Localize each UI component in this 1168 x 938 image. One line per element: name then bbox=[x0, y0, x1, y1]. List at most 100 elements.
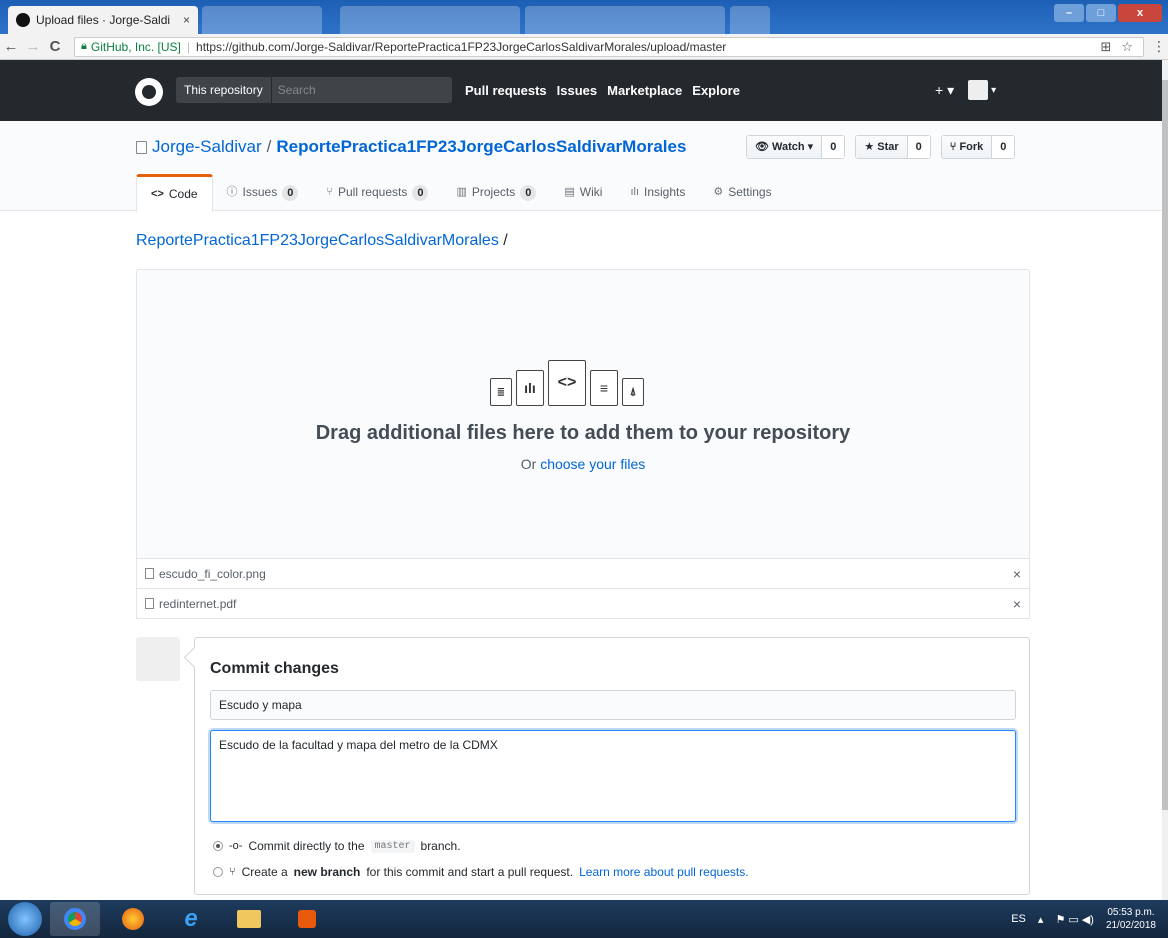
url-separator: | bbox=[186, 39, 191, 54]
nav-marketplace[interactable]: Marketplace bbox=[607, 83, 682, 98]
search-input[interactable]: Search bbox=[272, 83, 322, 97]
chevron-down-icon: ▾ bbox=[991, 84, 997, 96]
firefox-taskbar-button[interactable] bbox=[108, 902, 158, 936]
commit-description-textarea[interactable]: Escudo de la facultad y mapa del metro d… bbox=[210, 730, 1016, 822]
tab-wiki[interactable]: ▤ Wiki bbox=[550, 174, 616, 211]
file-type-icons: ≣ ılı <> ≡ ⍋ bbox=[490, 360, 644, 406]
chrome-taskbar-button[interactable] bbox=[50, 902, 100, 936]
tab-projects[interactable]: ▥ Projects 0 bbox=[442, 174, 550, 211]
repo-owner-link[interactable]: Jorge-Saldivar bbox=[152, 137, 262, 157]
projects-counter: 0 bbox=[520, 184, 537, 201]
eye-icon: 👁︎ bbox=[755, 141, 773, 153]
issues-counter: 0 bbox=[282, 184, 299, 201]
commit-direct-radio[interactable] bbox=[213, 841, 223, 851]
remove-file-icon[interactable]: × bbox=[1013, 596, 1021, 612]
star-button[interactable]: ★ Star 0 bbox=[855, 135, 931, 159]
github-header: This repository Search Pull requests Iss… bbox=[0, 60, 1162, 121]
back-button[interactable]: ← bbox=[0, 38, 22, 55]
browser-tab-4[interactable] bbox=[525, 6, 725, 34]
omnibox-actions: ⊞ ☆ bbox=[1100, 39, 1137, 55]
create-new-button[interactable]: + ▾ bbox=[935, 82, 954, 99]
new-branch-radio[interactable] bbox=[213, 867, 223, 877]
tab-insights-label: Insights bbox=[644, 185, 686, 199]
clock[interactable]: 05:53 p.m. 21/02/2018 bbox=[1106, 906, 1156, 932]
tab-pull-requests[interactable]: ⑂ Pull requests 0 bbox=[312, 174, 442, 211]
clock-date: 21/02/2018 bbox=[1105, 920, 1156, 931]
breadcrumb-repo-link[interactable]: ReportePractica1FP23JorgeCarlosSaldivarM… bbox=[136, 232, 499, 249]
tray-expand-icon[interactable]: ▴ bbox=[1038, 913, 1044, 926]
nav-issues[interactable]: Issues bbox=[557, 83, 597, 98]
chrome-icon bbox=[64, 908, 86, 930]
pull-requests-counter: 0 bbox=[412, 184, 429, 201]
watch-label: Watch ▾ bbox=[772, 141, 814, 153]
drop-zone-subtitle: Or choose your files bbox=[137, 456, 1029, 472]
maximize-button[interactable]: □ bbox=[1086, 4, 1116, 22]
repo-name-link[interactable]: ReportePractica1FP23JorgeCarlosSaldivarM… bbox=[276, 137, 686, 157]
nav-pull-requests[interactable]: Pull requests bbox=[465, 83, 547, 98]
github-logo-icon[interactable] bbox=[135, 78, 163, 106]
forward-button[interactable]: → bbox=[22, 38, 44, 55]
search-box[interactable]: This repository Search bbox=[176, 77, 452, 103]
fork-button[interactable]: ⑂ Fork 0 bbox=[940, 135, 1016, 159]
learn-more-link[interactable]: Learn more about pull requests. bbox=[579, 865, 748, 879]
code-file-icon: <> bbox=[548, 360, 586, 406]
list-item: redinternet.pdf × bbox=[136, 589, 1030, 619]
commit-avatar bbox=[136, 637, 180, 681]
browser-tab-2[interactable] bbox=[202, 6, 322, 34]
repo-actions: 👁︎ Watch ▾ 0 ★ Star 0 ⑂ Fork 0 bbox=[746, 135, 1016, 159]
browser-tab-3[interactable] bbox=[340, 6, 520, 34]
tab-code-label: Code bbox=[168, 186, 198, 201]
header-right: + ▾ ▾ bbox=[935, 80, 996, 100]
star-count[interactable]: 0 bbox=[907, 136, 930, 158]
watch-button[interactable]: 👁︎ Watch ▾ 0 bbox=[746, 135, 846, 159]
url-field[interactable]: 🔒︎ GitHub, Inc. [US] | https://github.co… bbox=[74, 36, 1144, 57]
ie-taskbar-button[interactable]: e bbox=[166, 902, 216, 936]
breadcrumb: ReportePractica1FP23JorgeCarlosSaldivarM… bbox=[136, 232, 508, 250]
pull-request-icon: ⑂ bbox=[326, 186, 333, 198]
commit-direct-option[interactable]: -o- Commit directly to the master branch… bbox=[213, 839, 461, 853]
browser-menu-icon[interactable]: ⋮ bbox=[1152, 38, 1166, 55]
avatar bbox=[968, 80, 989, 100]
commit-direct-suffix: branch. bbox=[420, 839, 461, 853]
ie-icon: e bbox=[184, 905, 198, 932]
new-tab-button[interactable] bbox=[730, 6, 770, 34]
tray-status-icons[interactable]: ⚑ ▭ ◀) bbox=[1055, 913, 1094, 926]
commit-summary-input[interactable]: Escudo y mapa bbox=[210, 690, 1016, 720]
choose-files-link[interactable]: choose your files bbox=[540, 456, 645, 472]
star-label: Star bbox=[877, 141, 899, 153]
bookmark-star-icon[interactable]: ☆ bbox=[1121, 39, 1133, 55]
gear-icon: ⚙ bbox=[713, 186, 724, 198]
start-button[interactable] bbox=[8, 902, 42, 936]
nav-explore[interactable]: Explore bbox=[692, 83, 740, 98]
reload-button[interactable]: C bbox=[44, 38, 66, 55]
repo-title-separator: / bbox=[266, 137, 272, 156]
language-indicator[interactable]: ES bbox=[1011, 913, 1026, 925]
tab-code[interactable]: <> Code bbox=[136, 174, 213, 212]
scrollbar-thumb[interactable] bbox=[1162, 80, 1168, 810]
browser-tab-upload[interactable]: Upload files · Jorge-Saldi × bbox=[8, 6, 198, 34]
windows-taskbar: e ES ▴ ⚑ ▭ ◀) 05:53 p.m. 21/02/2018 bbox=[0, 900, 1168, 938]
remove-file-icon[interactable]: × bbox=[1013, 566, 1021, 582]
minimize-button[interactable]: – bbox=[1054, 4, 1084, 22]
fork-count[interactable]: 0 bbox=[992, 136, 1015, 158]
firefox-icon bbox=[122, 908, 144, 930]
media-player-icon bbox=[298, 910, 316, 928]
page-scrollbar[interactable] bbox=[1162, 60, 1168, 900]
book-icon: ▤ bbox=[564, 186, 575, 198]
close-tab-icon[interactable]: × bbox=[183, 13, 190, 27]
new-branch-suffix: for this commit and start a pull request… bbox=[366, 865, 574, 879]
watch-count[interactable]: 0 bbox=[822, 136, 845, 158]
close-window-button[interactable]: x bbox=[1118, 4, 1162, 22]
file-drop-zone[interactable]: ≣ ılı <> ≡ ⍋ Drag additional files here … bbox=[136, 269, 1030, 559]
new-branch-option[interactable]: ⑂ Create a new branch for this commit an… bbox=[213, 865, 749, 879]
secure-label: GitHub, Inc. [US] bbox=[90, 39, 181, 54]
user-menu[interactable]: ▾ bbox=[968, 80, 996, 100]
tab-issues[interactable]: ⓘ Issues 0 bbox=[213, 174, 313, 211]
file-name: redinternet.pdf bbox=[159, 596, 237, 611]
tab-insights[interactable]: ılı Insights bbox=[616, 174, 699, 211]
tab-settings[interactable]: ⚙ Settings bbox=[699, 174, 785, 211]
translate-icon[interactable]: ⊞ bbox=[1100, 39, 1111, 55]
media-taskbar-button[interactable] bbox=[282, 902, 332, 936]
tab-pull-requests-label: Pull requests bbox=[337, 185, 408, 199]
explorer-taskbar-button[interactable] bbox=[224, 902, 274, 936]
